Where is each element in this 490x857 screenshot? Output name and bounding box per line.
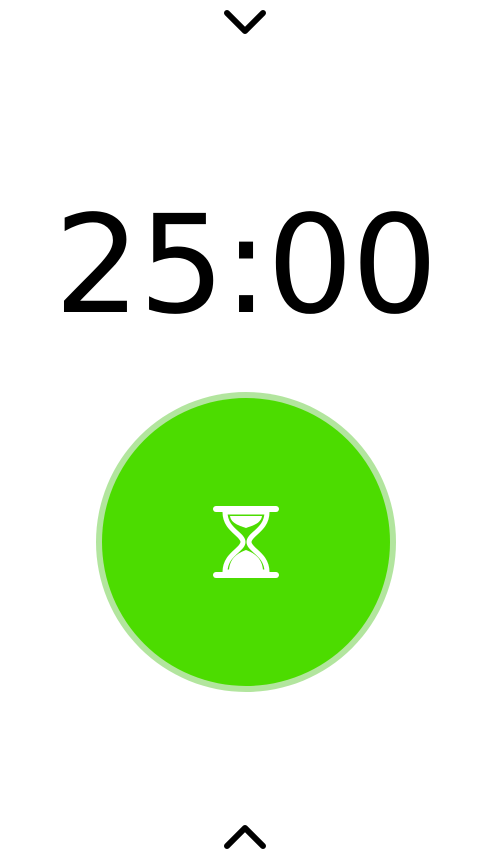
timer-display: 25:00 [54,187,438,345]
hourglass-icon [213,506,279,578]
chevron-up-icon [224,825,266,849]
pomodoro-screen: 25:00 [0,0,490,857]
expand-up-button[interactable] [215,817,275,857]
collapse-down-button[interactable] [215,0,275,40]
start-timer-button[interactable] [96,392,396,692]
chevron-down-icon [224,10,266,34]
start-timer-button-inner [102,398,390,686]
